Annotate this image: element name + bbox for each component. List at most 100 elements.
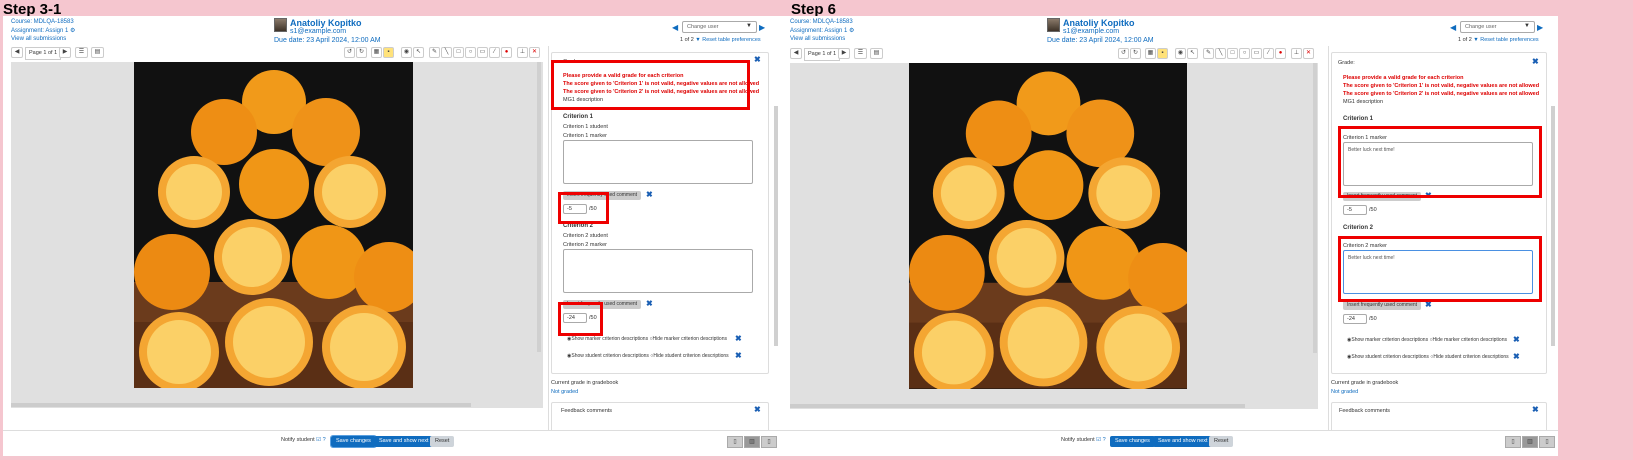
change-user-select[interactable]: Change user ▼ [1460,21,1535,33]
search-comments-icon[interactable]: ☰ [854,48,867,59]
stamp-tool-icon[interactable]: ⊥ [517,47,528,58]
expand-comments-icon[interactable]: ▤ [870,48,883,59]
rectangle-icon[interactable]: □ [453,47,464,58]
student-description-toggle[interactable]: ◉Show student criterion descriptions ○Hi… [1347,354,1509,360]
next-page-icon[interactable]: ▶ [59,47,71,58]
assignment-link[interactable]: Assignment: Assign 1 ⚙ [790,27,854,36]
vertical-scrollbar[interactable] [537,62,541,352]
save-button[interactable]: Save changes [330,435,377,448]
pen-icon[interactable]: ✎ [429,47,440,58]
expand-comments-icon[interactable]: ▤ [91,47,104,58]
oval-icon[interactable]: ○ [1239,48,1250,59]
close-icon[interactable]: ✖ [735,351,742,360]
stamp-icon[interactable]: ◉ [1175,48,1186,59]
color-icon[interactable]: ▪ [1157,48,1168,59]
help-icon[interactable]: ? [323,437,326,443]
gear-icon[interactable]: ⚙ [70,28,75,34]
checkbox-icon[interactable]: ☑ [1096,437,1101,443]
prev-user-icon[interactable]: ◀ [672,23,678,32]
delete-icon[interactable]: ✕ [1303,48,1314,59]
student-description-toggle[interactable]: ◉Show student criterion descriptions ○Hi… [567,353,729,359]
select-icon[interactable]: ↖ [413,47,424,58]
marker-description-toggle[interactable]: ◉Show marker criterion descriptions ○Hid… [1347,337,1507,343]
filter-icon[interactable]: ▼ [695,37,700,43]
normal-layout-icon[interactable]: ▥ [744,436,760,448]
marker-icon[interactable]: ⁄ [489,47,500,58]
criterion-score-input[interactable]: -5 [1343,205,1367,215]
reset-button[interactable]: Reset [430,436,455,447]
search-comments-icon[interactable]: ☰ [75,47,88,58]
stamp-icon[interactable]: ◉ [401,47,412,58]
collapse-grade-icon[interactable]: ▯ [1539,436,1555,448]
close-icon[interactable]: ✖ [646,190,653,199]
view-all-link[interactable]: View all submissions [11,35,75,44]
rotate-left-icon[interactable]: ↺ [344,47,355,58]
highlight-icon[interactable]: ▭ [1251,48,1262,59]
panel-scrollbar[interactable] [774,106,778,346]
drop-icon[interactable]: ● [1275,48,1286,59]
collapse-grade-icon[interactable]: ▯ [761,436,777,448]
pdf-viewer[interactable] [790,63,1318,409]
assignment-link[interactable]: Assignment: Assign 1 ⚙ [11,27,75,36]
next-user-icon[interactable]: ▶ [759,23,765,32]
filter-icon[interactable]: ▼ [1473,37,1478,43]
panel-scrollbar[interactable] [1551,106,1555,346]
normal-layout-icon[interactable]: ▥ [1522,436,1538,448]
criterion-comment-textarea[interactable] [563,140,753,184]
select-icon[interactable]: ↖ [1187,48,1198,59]
pen-icon[interactable]: ✎ [1203,48,1214,59]
collapse-icon[interactable]: ✖ [1532,405,1539,414]
color-icon[interactable]: ▪ [383,47,394,58]
page-select[interactable]: Page 1 of 1 [804,48,841,61]
reset-table-link[interactable]: Reset table preferences [1480,37,1538,43]
comment-icon[interactable]: ▦ [371,47,382,58]
help-icon[interactable]: ? [1103,437,1106,443]
prev-page-icon[interactable]: ◀ [790,48,802,59]
collapse-icon[interactable]: ✖ [754,55,761,64]
collapse-review-icon[interactable]: ▯ [1505,436,1521,448]
notify-student[interactable]: Notify student ☑ ? [281,437,326,443]
vertical-scrollbar[interactable] [1313,63,1317,353]
reset-button[interactable]: Reset [1209,436,1234,447]
highlight-icon[interactable]: ▭ [477,47,488,58]
change-user-select[interactable]: Change user ▼ [682,21,757,33]
checkbox-icon[interactable]: ☑ [316,437,321,443]
course-link[interactable]: Course: MDLQA-18583 [11,18,75,27]
rotate-right-icon[interactable]: ↻ [1130,48,1141,59]
close-icon[interactable]: ✖ [735,334,742,343]
save-button[interactable]: Save changes [1110,436,1155,447]
oval-icon[interactable]: ○ [465,47,476,58]
collapse-icon[interactable]: ✖ [1532,57,1539,66]
not-graded-link[interactable]: Not graded [1331,389,1398,395]
reset-table-link[interactable]: Reset table preferences [702,37,760,43]
marker-description-toggle[interactable]: ◉Show marker criterion descriptions ○Hid… [567,336,727,342]
horizontal-scrollbar[interactable] [790,404,1245,408]
criterion-score-input[interactable]: -24 [1343,314,1367,324]
save-next-button[interactable]: Save and show next [1153,436,1213,447]
close-icon[interactable]: ✖ [1513,352,1520,361]
close-icon[interactable]: ✖ [646,299,653,308]
rectangle-icon[interactable]: □ [1227,48,1238,59]
pdf-viewer[interactable] [11,62,543,408]
horizontal-scrollbar[interactable] [11,403,471,407]
marker-icon[interactable]: ⁄ [1263,48,1274,59]
next-user-icon[interactable]: ▶ [1537,23,1543,32]
line-icon[interactable]: ╲ [1215,48,1226,59]
notify-student[interactable]: Notify student ☑ ? [1061,437,1106,443]
collapse-icon[interactable]: ✖ [754,405,761,414]
stamp-tool-icon[interactable]: ⊥ [1291,48,1302,59]
rotate-right-icon[interactable]: ↻ [356,47,367,58]
not-graded-link[interactable]: Not graded [551,389,618,395]
prev-page-icon[interactable]: ◀ [11,47,23,58]
save-next-button[interactable]: Save and show next [374,436,434,447]
close-icon[interactable]: ✖ [1513,335,1520,344]
drop-icon[interactable]: ● [501,47,512,58]
user-name[interactable]: Anatoliy Kopitko [290,18,362,28]
line-icon[interactable]: ╲ [441,47,452,58]
delete-icon[interactable]: ✕ [529,47,540,58]
gear-icon[interactable]: ⚙ [849,28,854,34]
course-link[interactable]: Course: MDLQA-18583 [790,18,854,27]
rotate-left-icon[interactable]: ↺ [1118,48,1129,59]
comment-icon[interactable]: ▦ [1145,48,1156,59]
next-page-icon[interactable]: ▶ [838,48,850,59]
